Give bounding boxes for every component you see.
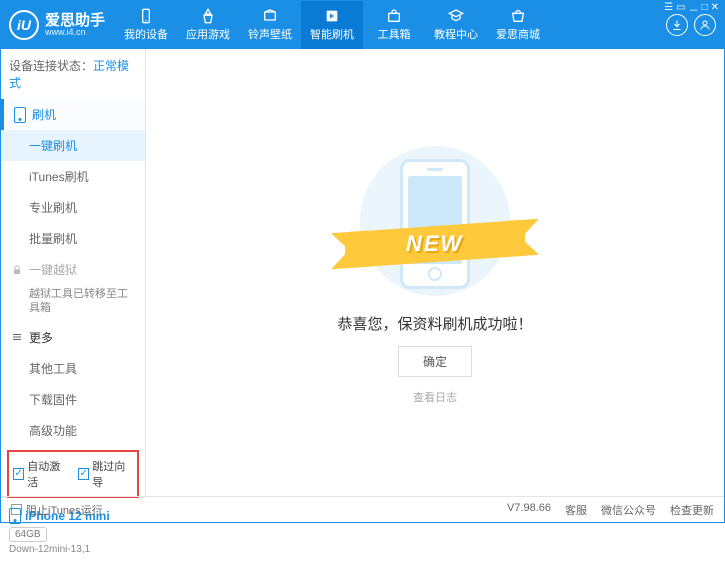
- sidebar: 设备连接状态：正常模式 刷机 一键刷机 iTunes刷机 专业刷机 批量刷机 一…: [1, 49, 146, 496]
- minimize-icon[interactable]: －: [689, 2, 699, 17]
- sidebar-item-oneclick-flash[interactable]: 一键刷机: [1, 130, 145, 161]
- phone-icon: [14, 107, 26, 123]
- device-model: Down-12mini-13,1: [9, 544, 137, 555]
- download-button[interactable]: [666, 14, 688, 36]
- nav-store[interactable]: 爱思商城: [487, 1, 549, 49]
- brand-site: www.i4.cn: [45, 28, 105, 37]
- close-icon[interactable]: ✕: [711, 2, 719, 17]
- sidebar-item-download-firmware[interactable]: 下载固件: [1, 384, 145, 415]
- checkbox-auto-activate[interactable]: ✓自动激活: [13, 458, 68, 490]
- nav-apps-games[interactable]: 应用游戏: [177, 1, 239, 49]
- sidebar-header-more[interactable]: 更多: [1, 322, 145, 353]
- footer: 阻止iTunes运行 V7.98.66 客服 微信公众号 检查更新: [1, 496, 724, 522]
- footer-link-support[interactable]: 客服: [565, 502, 587, 518]
- version-label: V7.98.66: [507, 502, 551, 518]
- logo-icon: iU: [9, 10, 39, 40]
- nav-smart-flash[interactable]: 智能刷机: [301, 1, 363, 49]
- checkbox-skip-guide[interactable]: ✓跳过向导: [78, 458, 133, 490]
- ribbon-text: NEW: [406, 231, 463, 257]
- sidebar-item-advanced[interactable]: 高级功能: [1, 415, 145, 446]
- maximize-icon[interactable]: □: [702, 2, 708, 17]
- sidebar-header-flash[interactable]: 刷机: [1, 99, 145, 130]
- main-nav: 我的设备 应用游戏 铃声壁纸 智能刷机 工具箱 教程中心 爱思商城: [115, 1, 666, 49]
- lock-icon: [11, 264, 23, 276]
- titlebar: iU 爱思助手 www.i4.cn 我的设备 应用游戏 铃声壁纸 智能刷机 工具…: [1, 1, 724, 49]
- nav-my-device[interactable]: 我的设备: [115, 1, 177, 49]
- sidebar-item-pro-flash[interactable]: 专业刷机: [1, 192, 145, 223]
- window-controls: ☰ ▭ － □ ✕: [666, 14, 724, 36]
- jailbreak-note: 越狱工具已转移至工具箱: [29, 287, 135, 316]
- view-log-link[interactable]: 查看日志: [413, 389, 457, 405]
- sidebar-header-jailbreak: 一键越狱: [1, 254, 145, 285]
- app-logo: iU 爱思助手 www.i4.cn: [1, 10, 115, 40]
- checkbox-block-itunes[interactable]: 阻止iTunes运行: [11, 502, 103, 518]
- menu-icon: [11, 331, 23, 343]
- brand-name: 爱思助手: [45, 13, 105, 28]
- nav-ringtones[interactable]: 铃声壁纸: [239, 1, 301, 49]
- user-button[interactable]: [694, 14, 716, 36]
- sidebar-item-other-tools[interactable]: 其他工具: [1, 353, 145, 384]
- main-content: NEW 恭喜您，保资料刷机成功啦！ 确定 查看日志: [146, 49, 724, 496]
- sidebar-item-itunes-flash[interactable]: iTunes刷机: [1, 161, 145, 192]
- footer-link-update[interactable]: 检查更新: [670, 502, 714, 518]
- success-illustration: NEW: [345, 141, 525, 301]
- checkbox-row: ✓自动激活 ✓跳过向导: [7, 450, 139, 498]
- sidebar-item-batch-flash[interactable]: 批量刷机: [1, 223, 145, 254]
- ok-button[interactable]: 确定: [398, 346, 472, 377]
- phone-icon: [9, 508, 21, 524]
- nav-toolbox[interactable]: 工具箱: [363, 1, 425, 49]
- device-storage: 64GB: [9, 527, 47, 542]
- success-message: 恭喜您，保资料刷机成功啦！: [337, 313, 532, 334]
- connection-status: 设备连接状态：正常模式: [1, 49, 145, 99]
- menu-icon[interactable]: ☰: [664, 2, 673, 17]
- lock-icon[interactable]: ▭: [676, 2, 685, 17]
- footer-link-wechat[interactable]: 微信公众号: [601, 502, 656, 518]
- nav-tutorials[interactable]: 教程中心: [425, 1, 487, 49]
